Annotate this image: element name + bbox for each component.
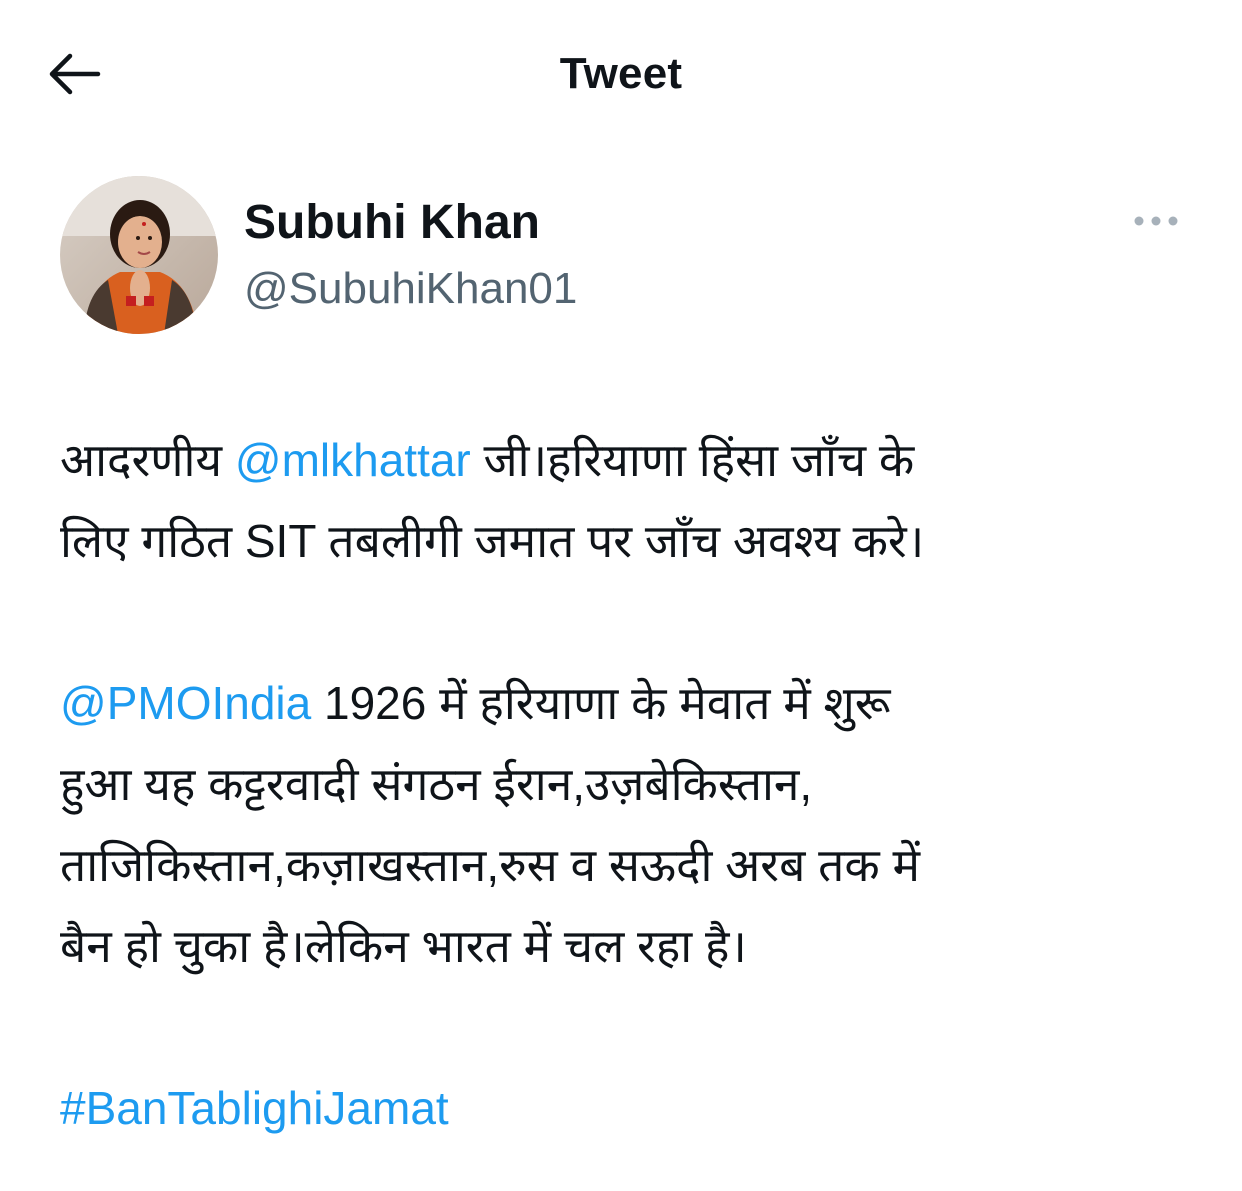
avatar-image: [60, 176, 218, 334]
tweet-line: #BanTablighiJamat: [60, 1068, 1200, 1149]
more-horizontal-icon: [1134, 216, 1178, 226]
author-display-name[interactable]: Subuhi Khan: [244, 194, 540, 252]
tweet-line: आदरणीय @mlkhattar जी।हरियाणा हिंसा जाँच …: [60, 434, 915, 486]
tweet-line: बैन हो चुका है।लेकिन भारत में चल रहा है।: [60, 920, 747, 972]
mention-pmoindia[interactable]: @PMOIndia: [60, 677, 311, 729]
top-bar: Tweet: [0, 0, 1242, 150]
tweet-line: @PMOIndia 1926 में हरियाणा के मेवात में …: [60, 677, 891, 729]
tweet-line: हुआ यह कट्टरवादी संगठन ईरान,उज़बेकिस्तान…: [60, 758, 813, 810]
mention-mlkhattar[interactable]: @mlkhattar: [235, 434, 471, 486]
tweet-line: लिए गठित SIT तबलीगी जमात पर जाँच अवश्य क…: [60, 515, 925, 567]
tweet-author: Subuhi Khan @SubuhiKhan01: [60, 176, 1200, 336]
page-title: Tweet: [559, 49, 683, 98]
tweet-text: आदरणीय @mlkhattar जी।हरियाणा हिंसा जाँच …: [60, 420, 1200, 1149]
author-handle[interactable]: @SubuhiKhan01: [244, 262, 577, 316]
avatar[interactable]: [60, 176, 218, 334]
tweet-line: ताजिकिस्तान,कज़ाखस्तान,रुस व सऊदी अरब तक…: [60, 839, 921, 891]
more-options-button[interactable]: [1126, 206, 1186, 236]
hashtag-link[interactable]: #BanTablighiJamat: [60, 1082, 449, 1134]
